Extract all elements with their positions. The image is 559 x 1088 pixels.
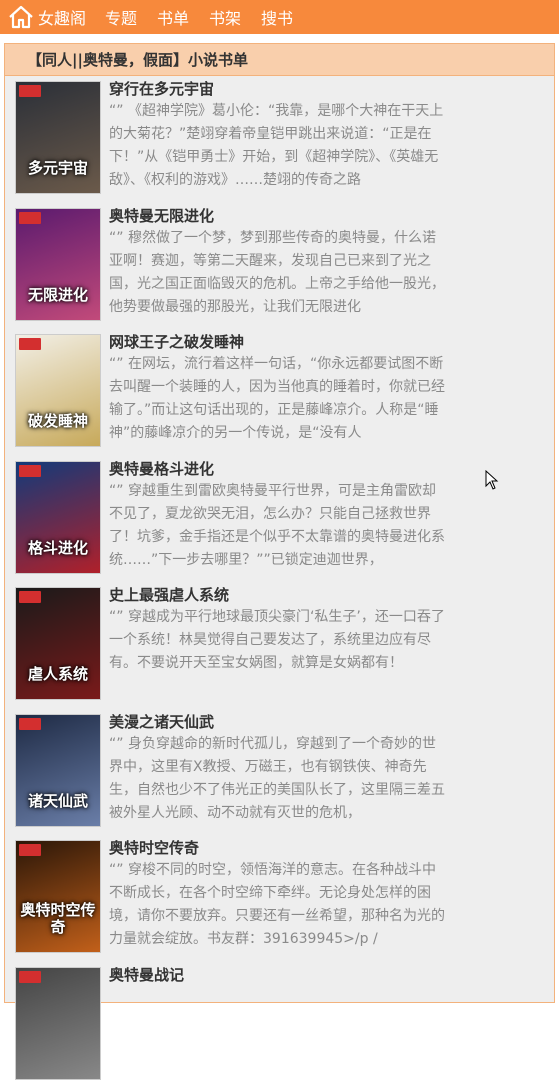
book-cover[interactable]: 虐人系统 — [15, 587, 101, 700]
book-cover[interactable]: 多元宇宙 — [15, 81, 101, 194]
site-name: 女趣阁 — [38, 5, 86, 29]
publisher-logo — [19, 591, 41, 603]
book-title[interactable]: 美漫之诸天仙武 — [109, 711, 214, 733]
publisher-logo — [19, 718, 41, 730]
book-cover[interactable] — [15, 967, 101, 1080]
cover-title-art: 多元宇宙 — [16, 160, 100, 177]
book-title[interactable]: 史上最强虐人系统 — [109, 584, 229, 606]
book-title[interactable]: 奥特曼格斗进化 — [109, 458, 214, 480]
book-item[interactable]: 破发睡神 网球王子之破发睡神“” 在网坛，流行着这样一句话，“你永远都要试图不断去… — [5, 329, 554, 456]
book-item[interactable]: 格斗进化 奥特曼格斗进化“” 穿越重生到雷欧奥特曼平行世界，可是主角雷欧却不见了，… — [5, 456, 554, 583]
publisher-logo — [19, 338, 41, 350]
book-title[interactable]: 网球王子之破发睡神 — [109, 331, 244, 353]
book-description: “” 穿梭不同的时空，领悟海洋的意志。在各种战斗中不断成长，在各个时空缔下牵绊。… — [109, 859, 447, 951]
nav-bookshelf[interactable]: 书架 — [209, 5, 241, 29]
book-description: “” 穿越成为平行地球最顶尖豪门‘私生子’，还一口吞了一个系统！林昊觉得自己要发… — [109, 606, 447, 698]
book-item[interactable]: 无限进化 奥特曼无限进化“” 穆然做了一个梦，梦到那些传奇的奥特曼，什么诺亚啊！赛… — [5, 203, 554, 330]
book-title[interactable]: 奥特曼战记 — [109, 964, 184, 986]
nav-search-books[interactable]: 搜书 — [261, 5, 293, 29]
home-link[interactable]: 女趣阁 — [0, 5, 98, 29]
booklist-title: 【同人||奥特曼，假面】小说书单 — [5, 44, 554, 76]
nav-topics[interactable]: 专题 — [105, 5, 137, 29]
cover-title-art: 格斗进化 — [16, 540, 100, 557]
book-item[interactable]: 多元宇宙 穿行在多元宇宙“” 《超神学院》葛小伦：“我靠，是哪个大神在干天上的大菊… — [5, 76, 554, 203]
cover-title-art: 破发睡神 — [16, 413, 100, 430]
book-description: “” 穿越重生到雷欧奥特曼平行世界，可是主角雷欧却不见了，夏龙欲哭无泪，怎么办？… — [109, 480, 447, 572]
book-description — [109, 986, 447, 1078]
book-title[interactable]: 奥特时空传奇 — [109, 837, 199, 859]
booklist-panel: 【同人||奥特曼，假面】小说书单 多元宇宙 穿行在多元宇宙“” 《超神学院》葛小伦… — [4, 43, 555, 1003]
book-cover[interactable]: 无限进化 — [15, 208, 101, 321]
book-cover[interactable]: 诸天仙武 — [15, 714, 101, 827]
book-description: “” 在网坛，流行着这样一句话，“你永远都要试图不断去叫醒一个装睡的人，因为当他… — [109, 353, 447, 445]
book-description: “” 《超神学院》葛小伦：“我靠，是哪个大神在干天上的大菊花？”楚翊穿着帝皇铠甲… — [109, 100, 447, 192]
book-title[interactable]: 穿行在多元宇宙 — [109, 78, 214, 100]
book-item[interactable]: 诸天仙武 美漫之诸天仙武“” 身负穿越命的新时代孤儿，穿越到了一个奇妙的世界中，这… — [5, 709, 554, 836]
book-item[interactable]: 奥特时空传奇奥特时空传奇“” 穿梭不同的时空，领悟海洋的意志。在各种战斗中不断成… — [5, 835, 554, 962]
book-cover[interactable]: 破发睡神 — [15, 334, 101, 447]
publisher-logo — [19, 844, 41, 856]
cover-title-art: 虐人系统 — [16, 666, 100, 683]
mouse-cursor-icon — [485, 470, 499, 490]
book-cover[interactable]: 奥特时空传奇 — [15, 840, 101, 953]
publisher-logo — [19, 212, 41, 224]
top-nav-bar: 女趣阁 专题 书单 书架 搜书 — [0, 0, 559, 34]
publisher-logo — [19, 971, 41, 983]
book-cover[interactable]: 格斗进化 — [15, 461, 101, 574]
book-item[interactable]: 奥特曼战记 — [5, 962, 554, 1088]
book-title[interactable]: 奥特曼无限进化 — [109, 205, 214, 227]
cover-title-art: 诸天仙武 — [16, 793, 100, 810]
cover-title-art: 奥特时空传奇 — [16, 902, 100, 936]
book-list: 多元宇宙 穿行在多元宇宙“” 《超神学院》葛小伦：“我靠，是哪个大神在干天上的大菊… — [5, 76, 554, 1088]
publisher-logo — [19, 85, 41, 97]
book-description: “” 穆然做了一个梦，梦到那些传奇的奥特曼，什么诺亚啊！赛迦，等第二天醒来，发现… — [109, 227, 447, 319]
book-description: “” 身负穿越命的新时代孤儿，穿越到了一个奇妙的世界中，这里有X教授、万磁王，也… — [109, 733, 447, 825]
home-icon — [8, 5, 34, 29]
cover-title-art: 无限进化 — [16, 287, 100, 304]
nav-booklists[interactable]: 书单 — [157, 5, 189, 29]
book-item[interactable]: 虐人系统 史上最强虐人系统“” 穿越成为平行地球最顶尖豪门‘私生子’，还一口吞了一… — [5, 582, 554, 709]
publisher-logo — [19, 465, 41, 477]
